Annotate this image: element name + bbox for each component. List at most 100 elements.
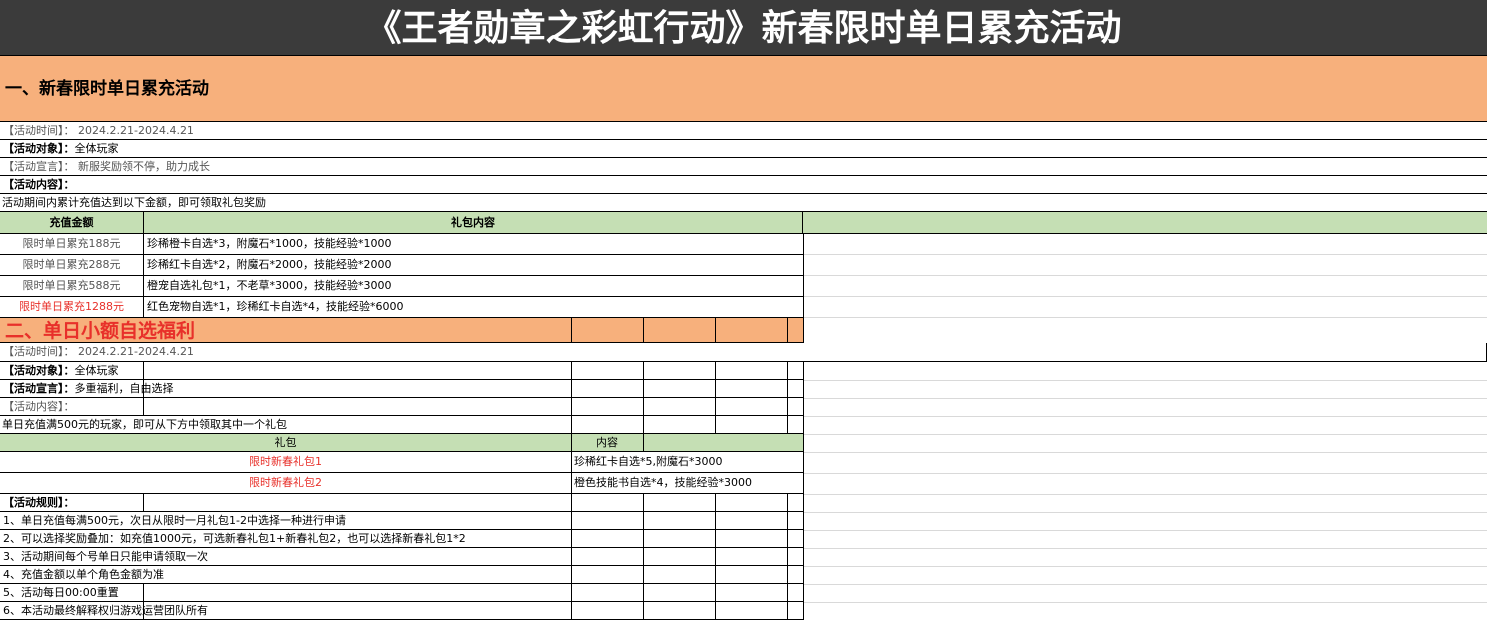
- section2-time-label: 【活动时间】：: [3, 345, 75, 358]
- rule-text: 5、活动每日00:00重置: [3, 586, 119, 599]
- row-gift: 橙宠自选礼包*1，不老草*3000，技能经验*3000: [147, 279, 392, 292]
- row-gift: 珍稀红卡自选*2，附魔石*2000，技能经验*2000: [147, 258, 392, 271]
- section2-target-value: 全体玩家: [74, 364, 119, 377]
- cell-divider: [571, 362, 572, 620]
- table-row: 限时新春礼包2 橙色技能书自选*4，技能经验*3000: [0, 473, 803, 494]
- section1-target-row: 【活动对象】：全体玩家: [0, 140, 1487, 158]
- rule-text: 3、活动期间每个号单日只能申请领取一次: [3, 550, 208, 563]
- pack-name: 限时新春礼包1: [249, 455, 322, 468]
- table-row: 限时新春礼包1 珍稀红卡自选*5,附魔石*3000: [0, 452, 803, 473]
- section2-slogan-row: 【活动宣言】：多重福利，自由选择: [0, 380, 803, 398]
- grid-line: [804, 584, 1487, 585]
- cell-divider: [143, 362, 144, 416]
- row-gift: 珍稀橙卡自选*3，附魔石*1000，技能经验*1000: [147, 237, 392, 250]
- section1-time-value: 2024.2.21-2024.4.21: [78, 124, 194, 137]
- section2-slogan-value: 多重福利，自由选择: [74, 382, 174, 395]
- cell-divider: [643, 318, 644, 342]
- row-amount: 限时单日累充288元: [0, 255, 144, 275]
- list-item: 4、充值金额以单个角色金额为准: [0, 566, 803, 584]
- cell-divider: [787, 494, 788, 620]
- rule-text: 4、充值金额以单个角色金额为准: [3, 568, 164, 581]
- row-amount: 限时单日累充188元: [0, 234, 144, 254]
- grid-line: [804, 254, 1487, 255]
- grid-line: [804, 398, 1487, 399]
- section1-heading: 一、新春限时单日累充活动: [5, 79, 209, 99]
- cell-divider: [715, 318, 716, 342]
- section2-rules-row: 【活动规则】：: [0, 494, 803, 512]
- cell-divider: [643, 494, 644, 620]
- section1-description-row: 活动期间内累计充值达到以下金额，即可领取礼包奖励: [0, 194, 1487, 212]
- section2-grid: 【活动对象】：全体玩家 【活动宣言】：多重福利，自由选择 【活动内容】： 单日充…: [0, 362, 804, 620]
- pack-name: 限时新春礼包2: [249, 476, 322, 489]
- row-gift: 红色宠物自选*1，珍稀红卡自选*4，技能经验*6000: [147, 300, 404, 313]
- section1-time-label: 【活动时间】：: [3, 124, 75, 137]
- section1-content-row: 【活动内容】：: [0, 176, 1487, 194]
- row-amount: 限时单日累充588元: [0, 276, 144, 296]
- grid-line: [804, 602, 1487, 603]
- section1-content-label: 【活动内容】：: [3, 178, 75, 191]
- section1-col-gift: 礼包内容: [144, 212, 803, 234]
- section1-slogan-row: 【活动宣言】： 新服奖励领不停，助力成长: [0, 158, 1487, 176]
- cell-divider: [571, 318, 572, 342]
- list-item: 5、活动每日00:00重置: [0, 584, 803, 602]
- section2-content-label: 【活动内容】：: [3, 400, 75, 413]
- section1-time-row: 【活动时间】： 2024.2.21-2024.4.21: [0, 122, 1487, 140]
- cell-divider: [787, 318, 788, 342]
- grid-line: [804, 317, 1487, 318]
- table-row: 限时单日累充188元 珍稀橙卡自选*3，附魔石*1000，技能经验*1000: [0, 234, 804, 255]
- rule-text: 1、单日充值每满500元，次日从限时一月礼包1-2中选择一种进行申请: [3, 514, 346, 527]
- page-title: 《王者勋章之彩虹行动》新春限时单日累充活动: [365, 8, 1122, 49]
- section2-table-header: 礼包 内容: [0, 434, 803, 452]
- section2-content-row: 【活动内容】：: [0, 398, 803, 416]
- section2-description-row: 单日充值满500元的玩家，即可从下方中领取其中一个礼包: [0, 416, 803, 434]
- section2-rules-label: 【活动规则】：: [3, 496, 75, 509]
- section1-target-value: 全体玩家: [74, 142, 119, 155]
- grid-line: [804, 512, 1487, 513]
- grid-line: [804, 548, 1487, 549]
- cell-divider: [643, 362, 644, 452]
- section1-slogan-label: 【活动宣言】：: [3, 160, 75, 173]
- section2-target-row: 【活动对象】：全体玩家: [0, 362, 803, 380]
- section2-slogan-label: 【活动宣言】：: [3, 382, 75, 395]
- grid-line: [804, 434, 1487, 435]
- grid-line: [804, 473, 1487, 474]
- title-bar: 《王者勋章之彩虹行动》新春限时单日累充活动: [0, 0, 1487, 56]
- cell-divider: [715, 362, 716, 434]
- section2-heading-bar: 二、单日小额自选福利: [0, 318, 804, 343]
- section1-target-label: 【活动对象】：: [3, 142, 75, 155]
- grid-line: [804, 452, 1487, 453]
- grid-line: [804, 416, 1487, 417]
- grid-line: [804, 275, 1487, 276]
- row-amount: 限时单日累充1288元: [0, 297, 144, 317]
- cell-divider: [715, 494, 716, 620]
- grid-line: [804, 566, 1487, 567]
- section1-rows: 限时单日累充188元 珍稀橙卡自选*3，附魔石*1000，技能经验*1000 限…: [0, 234, 804, 318]
- rule-text: 6、本活动最终解释权归游戏运营团队所有: [3, 604, 208, 617]
- section1-slogan-value: 新服奖励领不停，助力成长: [78, 160, 210, 173]
- table-row: 限时单日累充1288元 红色宠物自选*1，珍稀红卡自选*4，技能经验*6000: [0, 297, 804, 318]
- pack-content: 橙色技能书自选*4，技能经验*3000: [574, 476, 752, 489]
- section1-description: 活动期间内累计充值达到以下金额，即可领取礼包奖励: [2, 196, 266, 209]
- list-item: 3、活动期间每个号单日只能申请领取一次: [0, 548, 803, 566]
- section2-col-content: 内容: [596, 436, 618, 449]
- section2-heading: 二、单日小额自选福利: [5, 320, 196, 342]
- grid-line: [804, 530, 1487, 531]
- list-item: 1、单日充值每满500元，次日从限时一月礼包1-2中选择一种进行申请: [0, 512, 803, 530]
- table-row: 限时单日累充288元 珍稀红卡自选*2，附魔石*2000，技能经验*2000: [0, 255, 804, 276]
- list-item: 2、可以选择奖励叠加：如充值1000元，可选新春礼包1+新春礼包2，也可以选择新…: [0, 530, 803, 548]
- cell-divider: [143, 584, 144, 620]
- section2-target-label: 【活动对象】：: [3, 364, 75, 377]
- section1-col-amount: 充值金额: [0, 212, 144, 234]
- section2-time-value: 2024.2.21-2024.4.21: [78, 345, 194, 358]
- section2-description: 单日充值满500元的玩家，即可从下方中领取其中一个礼包: [2, 418, 287, 431]
- cell-divider: [787, 362, 788, 434]
- pack-content: 珍稀红卡自选*5,附魔石*3000: [574, 455, 723, 468]
- section2-col-pack: 礼包: [274, 436, 297, 449]
- section2-time-row: 【活动时间】： 2024.2.21-2024.4.21: [0, 343, 1487, 362]
- section1-heading-bar: 一、新春限时单日累充活动: [0, 56, 1487, 122]
- table-row: 限时单日累充588元 橙宠自选礼包*1，不老草*3000，技能经验*3000: [0, 276, 804, 297]
- rule-text: 2、可以选择奖励叠加：如充值1000元，可选新春礼包1+新春礼包2，也可以选择新…: [3, 532, 466, 545]
- list-item: 6、本活动最终解释权归游戏运营团队所有: [0, 602, 803, 620]
- grid-line: [804, 296, 1487, 297]
- cell-divider: [143, 494, 144, 512]
